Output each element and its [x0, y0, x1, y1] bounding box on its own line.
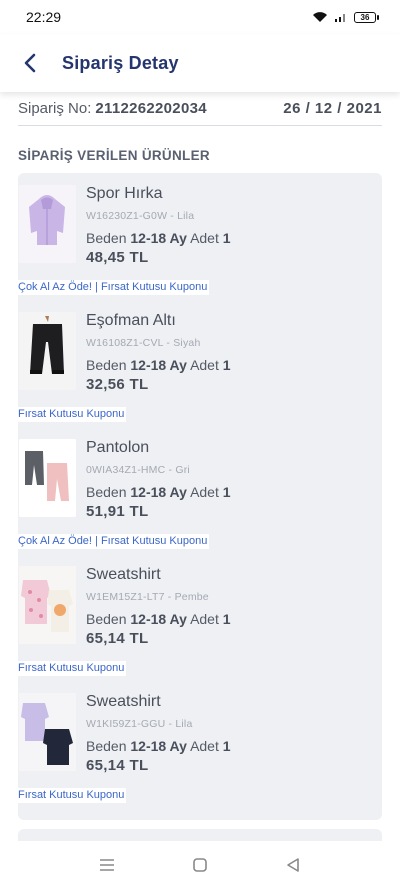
order-number: Sipariş No: 2112262202034 — [18, 100, 207, 117]
recent-apps-button[interactable] — [92, 850, 122, 880]
product-image — [19, 693, 76, 771]
qty-value: 1 — [222, 230, 231, 246]
wifi-icon — [313, 12, 327, 22]
product-item[interactable]: Eşofman Altı W16108Z1-CVL - Siyah Beden … — [18, 300, 382, 427]
hoodie-image — [19, 185, 76, 263]
chevron-left-icon — [24, 53, 36, 73]
app-header: Sipariş Detay — [0, 34, 400, 92]
product-size-qty: Beden 12-18 Ay Adet 1 — [86, 611, 374, 629]
status-icons: 36 — [312, 11, 379, 23]
product-image — [19, 566, 76, 644]
product-sku: W16108Z1-CVL - Siyah — [86, 337, 201, 349]
qty-label: Adet — [190, 230, 219, 246]
qty-label: Adet — [190, 738, 219, 754]
product-list: Spor Hırka W16230Z1-G0W - Lila Beden 12-… — [18, 173, 382, 820]
pants-image — [19, 312, 76, 390]
product-sku: W1EM15Z1-LT7 - Pembe — [86, 591, 209, 603]
order-info-row: Sipariş No: 2112262202034 26 / 12 / 2021 — [18, 92, 382, 126]
campaign-link[interactable]: Çok Al Az Öde! | Fırsat Kutusu Kuponu — [18, 280, 210, 295]
product-price: 51,91 TL — [86, 503, 149, 520]
battery-icon: 36 — [354, 11, 379, 23]
qty-value: 1 — [222, 738, 231, 754]
qty-value: 1 — [222, 484, 231, 500]
order-number-value: 2112262202034 — [95, 100, 207, 117]
size-value: 12-18 Ay — [130, 738, 187, 754]
triangle-back-icon — [287, 858, 300, 872]
pants-set-image — [19, 439, 76, 517]
size-value: 12-18 Ay — [130, 230, 187, 246]
back-button[interactable] — [18, 51, 42, 75]
product-size-qty: Beden 12-18 Ay Adet 1 — [86, 484, 374, 502]
product-size-qty: Beden 12-18 Ay Adet 1 — [86, 738, 374, 756]
product-item[interactable]: Spor Hırka W16230Z1-G0W - Lila Beden 12-… — [18, 173, 382, 300]
product-sku: W1KI59Z1-GGU - Lila — [86, 718, 193, 730]
home-square-icon — [193, 858, 207, 872]
product-name: Spor Hırka — [86, 185, 163, 202]
qty-label: Adet — [190, 484, 219, 500]
order-number-label: Sipariş No: — [18, 100, 92, 117]
product-name: Pantolon — [86, 439, 150, 456]
order-detail-content[interactable]: Sipariş No: 2112262202034 26 / 12 / 2021 … — [0, 92, 400, 830]
qty-value: 1 — [222, 611, 231, 627]
qty-label: Adet — [190, 357, 219, 373]
product-item[interactable]: Sweatshirt W1KI59Z1-GGU - Lila Beden 12-… — [18, 681, 382, 808]
size-label: Beden — [86, 611, 127, 627]
product-image — [19, 439, 76, 517]
product-price: 65,14 TL — [86, 757, 149, 774]
section-title: SİPARİŞ VERİLEN ÜRÜNLER — [18, 148, 210, 163]
product-sku: 0WIA34Z1-HMC - Gri — [86, 464, 190, 476]
size-label: Beden — [86, 738, 127, 754]
product-size-qty: Beden 12-18 Ay Adet 1 — [86, 357, 374, 375]
product-image — [19, 312, 76, 390]
product-price: 65,14 TL — [86, 630, 149, 647]
product-image — [19, 185, 76, 263]
status-bar: 22:29 36 — [0, 0, 400, 34]
size-label: Beden — [86, 230, 127, 246]
size-value: 12-18 Ay — [130, 357, 187, 373]
campaign-link[interactable]: Çok Al Az Öde! | Fırsat Kutusu Kuponu — [18, 534, 210, 549]
size-label: Beden — [86, 357, 127, 373]
product-item[interactable]: Sweatshirt W1EM15Z1-LT7 - Pembe Beden 12… — [18, 554, 382, 681]
size-value: 12-18 Ay — [130, 484, 187, 500]
page-title: Sipariş Detay — [62, 52, 179, 73]
back-nav-button[interactable] — [278, 850, 308, 880]
product-size-qty: Beden 12-18 Ay Adet 1 — [86, 230, 374, 248]
product-price: 32,56 TL — [86, 376, 149, 393]
menu-icon — [99, 859, 114, 871]
system-nav-bar — [0, 842, 400, 888]
home-button[interactable] — [185, 850, 215, 880]
campaign-link[interactable]: Fırsat Kutusu Kuponu — [18, 407, 127, 422]
product-item[interactable]: Pantolon 0WIA34Z1-HMC - Gri Beden 12-18 … — [18, 427, 382, 554]
next-card-edge — [18, 829, 382, 841]
size-label: Beden — [86, 484, 127, 500]
signal-icon — [335, 14, 345, 22]
qty-label: Adet — [190, 611, 219, 627]
product-name: Sweatshirt — [86, 566, 161, 583]
order-date: 26 / 12 / 2021 — [283, 100, 382, 117]
product-name: Sweatshirt — [86, 693, 161, 710]
status-time: 22:29 — [26, 9, 62, 25]
size-value: 12-18 Ay — [130, 611, 187, 627]
campaign-link[interactable]: Fırsat Kutusu Kuponu — [18, 788, 127, 803]
campaign-link[interactable]: Fırsat Kutusu Kuponu — [18, 661, 127, 676]
product-sku: W16230Z1-G0W - Lila — [86, 210, 195, 222]
product-name: Eşofman Altı — [86, 312, 176, 329]
sweatshirt-set-image — [19, 693, 76, 771]
product-price: 48,45 TL — [86, 249, 149, 266]
sweatshirt-set-image — [19, 566, 76, 644]
qty-value: 1 — [222, 357, 231, 373]
battery-level: 36 — [360, 12, 370, 22]
